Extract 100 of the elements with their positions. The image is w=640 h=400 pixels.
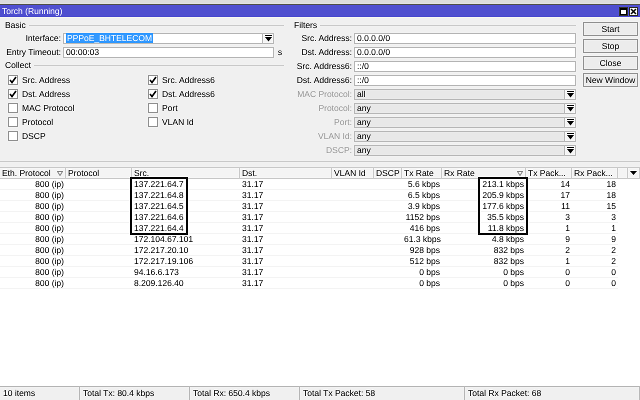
table-cell: 11 — [526, 201, 572, 212]
field-label: Interface: — [24, 33, 61, 43]
table-cell: 213.1 kbps — [442, 179, 526, 190]
table-cell: 800 (ip) — [0, 267, 66, 278]
table-cell: 1 — [526, 223, 572, 234]
table-cell: 928 bps — [402, 245, 442, 256]
checkbox-label[interactable]: Port — [162, 103, 178, 113]
table-cell: 0 bps — [402, 278, 442, 289]
table-cell: 18 — [572, 190, 618, 201]
table-cell: 0 bps — [442, 267, 526, 278]
table-cell: 800 (ip) — [0, 234, 66, 245]
field-label: Dst. Address6: — [296, 75, 352, 85]
checkbox[interactable] — [148, 89, 158, 99]
sort-indicator-icon — [517, 170, 523, 176]
table-cell: 177.6 kbps — [442, 201, 526, 212]
table-cell: 172.104.67.101 — [132, 234, 240, 245]
column-header[interactable]: Tx Rate — [402, 168, 442, 178]
status-text: Total Rx Packet: 68 — [465, 387, 640, 400]
table-cell: 31.17 — [240, 267, 332, 278]
field-label: VLAN Id: — [316, 131, 352, 141]
column-header[interactable]: Tx Pack... — [526, 168, 572, 178]
table-cell: 31.17 — [240, 212, 332, 223]
table-cell: 137.221.64.4 — [132, 223, 240, 234]
checkbox[interactable] — [148, 103, 158, 113]
table-cell: 2 — [572, 256, 618, 267]
table-cell: 137.221.64.5 — [132, 201, 240, 212]
status-text: Total Tx Packet: 58 — [300, 387, 465, 400]
action-button[interactable]: Close — [583, 56, 638, 70]
checkbox-label[interactable]: Src. Address — [22, 75, 70, 85]
close-icon[interactable] — [629, 6, 638, 16]
checkbox-label[interactable]: MAC Protocol — [22, 103, 74, 113]
table-cell: 172.217.19.106 — [132, 256, 240, 267]
checkbox[interactable] — [8, 117, 18, 127]
table-cell: 0 bps — [442, 278, 526, 289]
column-header[interactable]: DSCP — [374, 168, 402, 178]
checkbox[interactable] — [8, 103, 18, 113]
field-label: DSCP: — [325, 145, 352, 155]
action-button[interactable]: Stop — [583, 39, 638, 53]
table-cell: 205.9 kbps — [442, 190, 526, 201]
field-label: Protocol: — [317, 103, 352, 113]
column-header[interactable]: Rx Pack... — [572, 168, 618, 178]
maximize-icon[interactable] — [619, 6, 628, 16]
checkbox-label[interactable]: VLAN Id — [162, 117, 194, 127]
table-cell: 9 — [572, 234, 618, 245]
filter-field[interactable]: 0.0.0.0/0 — [354, 46, 576, 58]
table-cell: 6.5 kbps — [402, 190, 442, 201]
table-cell: 4.8 kbps — [442, 234, 526, 245]
table-cell: 416 bps — [402, 223, 442, 234]
table-cell: 31.17 — [240, 256, 332, 267]
checkbox[interactable] — [148, 117, 158, 127]
group-label: Filters — [294, 20, 318, 30]
table-cell: 800 (ip) — [0, 201, 66, 212]
column-header[interactable]: Protocol — [66, 168, 132, 178]
table-cell: 17 — [526, 190, 572, 201]
table-cell: 137.221.64.6 — [132, 212, 240, 223]
checkbox-label[interactable]: Dst. Address6 — [162, 89, 215, 99]
filter-field[interactable]: ::/0 — [354, 60, 576, 72]
checkbox-label[interactable]: Src. Address6 — [162, 75, 215, 85]
checkbox[interactable] — [148, 75, 158, 85]
table-cell: 832 bps — [442, 245, 526, 256]
checkbox[interactable] — [8, 75, 18, 85]
column-header[interactable]: Src. — [132, 168, 240, 178]
table-cell: 31.17 — [240, 245, 332, 256]
checkbox-label[interactable]: DSCP — [22, 131, 46, 141]
table-cell: 35.5 kbps — [442, 212, 526, 223]
checkbox[interactable] — [8, 131, 18, 141]
column-header[interactable]: VLAN Id — [332, 168, 374, 178]
action-button[interactable]: New Window — [583, 73, 638, 87]
table-cell: 3 — [526, 212, 572, 223]
column-header[interactable]: Rx Rate — [442, 168, 526, 178]
table-cell: 832 bps — [442, 256, 526, 267]
table-cell: 1152 bps — [402, 212, 442, 223]
filter-field[interactable]: ::/0 — [354, 74, 576, 86]
table-cell: 137.221.64.7 — [132, 179, 240, 190]
dropdown-arrow-icon[interactable] — [262, 34, 273, 42]
entry-timeout-field[interactable]: 00:00:03 — [63, 46, 274, 58]
table-cell: 0 — [526, 278, 572, 289]
column-header[interactable]: Eth. Protocol — [0, 168, 66, 178]
column-header[interactable]: Dst. — [240, 168, 332, 178]
checkbox[interactable] — [8, 89, 18, 99]
table-cell: 15 — [572, 201, 618, 212]
status-text: Total Rx: 650.4 kbps — [190, 387, 300, 400]
table-cell: 31.17 — [240, 234, 332, 245]
column-menu-icon[interactable] — [628, 168, 640, 178]
field-label: Entry Timeout: — [5, 47, 61, 57]
field-label: Dst. Address: — [300, 47, 352, 57]
table-cell: 800 (ip) — [0, 256, 66, 267]
table-cell: 31.17 — [240, 190, 332, 201]
checkbox-label[interactable]: Protocol — [22, 117, 54, 127]
table-cell: 1 — [526, 256, 572, 267]
table-cell: 512 bps — [402, 256, 442, 267]
table-cell: 11.8 kbps — [442, 223, 526, 234]
table-cell: 800 (ip) — [0, 179, 66, 190]
status-text: 10 items — [0, 387, 80, 400]
filter-field[interactable]: 0.0.0.0/0 — [354, 32, 576, 44]
table-cell: 3 — [572, 212, 618, 223]
checkbox-label[interactable]: Dst. Address — [22, 89, 70, 99]
window-title: Torch (Running) — [2, 6, 62, 16]
group-label: Collect — [5, 60, 31, 70]
action-button[interactable]: Start — [583, 22, 638, 36]
